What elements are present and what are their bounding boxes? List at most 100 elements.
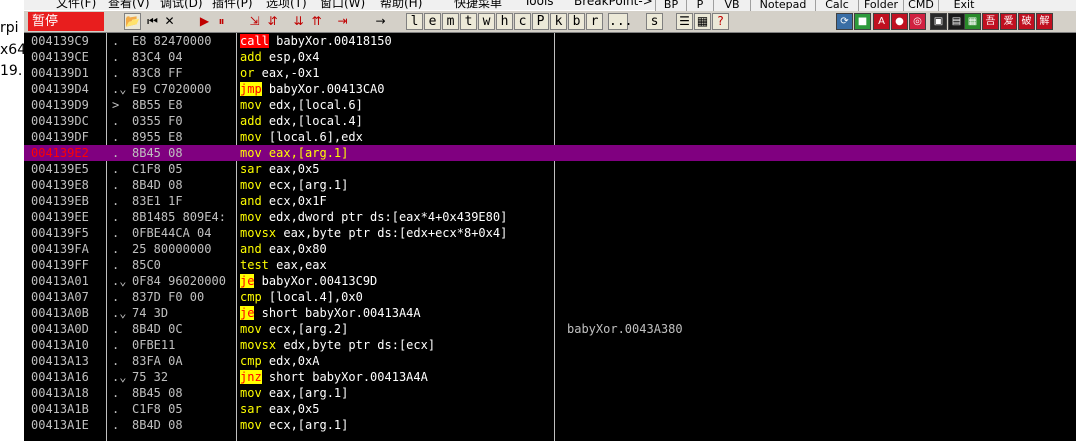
disassembly-row[interactable]: 004139EE. 8B1485 809E4: mov edx,dword ptr … [24, 209, 1076, 225]
disassembly-row[interactable]: 004139E5. C1F8 05 sar eax,0x5 [24, 161, 1076, 177]
window-threads-button[interactable]: t [460, 13, 477, 30]
disassembly-row[interactable]: 004139EB. 83E1 1F and ecx,0x1F [24, 193, 1076, 209]
disassembly-row[interactable]: 00413A0B .⌄ 74 3D je short babyXor.00413A4A [24, 305, 1076, 321]
row-instruction: mov ecx,[arg.2] [240, 321, 554, 337]
row-hex-bytes: 85C0 [132, 258, 161, 272]
window-log-button[interactable]: l [406, 13, 423, 30]
window-memory-button[interactable]: m [442, 13, 459, 30]
row-instruction: movsx eax,byte ptr ds:[edx+ecx*8+0x4] [240, 225, 554, 241]
plugin-cmd[interactable]: CMD [903, 0, 938, 11]
plugin-notepad[interactable]: Notepad [750, 0, 815, 11]
disassembly-row[interactable]: 004139D9 >8B55 E8 mov edx,[local.6] [24, 97, 1076, 113]
step-into-icon[interactable]: ⇲ [246, 13, 263, 30]
open-folder-icon[interactable]: 📂 [124, 13, 141, 30]
menu-breakpoint[interactable]: BreakPoint-> [574, 0, 653, 8]
execute-till-return-icon[interactable]: ⇥ [334, 13, 351, 30]
plugin-console-icon[interactable]: ▣ [930, 13, 947, 30]
plugin-grid-icon[interactable]: ▦ [964, 13, 981, 30]
plugin-refresh-icon[interactable]: ⟳ [836, 13, 853, 30]
row-jump-marker: . [112, 322, 120, 336]
disassembly-row[interactable]: 00413A13. 83FA 0A cmp edx,0xA [24, 353, 1076, 369]
window-patches-button[interactable]: P [532, 13, 549, 30]
row-address: 00413A18 [31, 386, 89, 400]
pause-icon[interactable]: ⏸ [213, 13, 230, 30]
trace-into-icon[interactable]: ⇊ [290, 13, 307, 30]
disassembly-row[interactable]: 00413A1E. 8B4D 08 mov ecx,[arg.1] [24, 417, 1076, 433]
row-instruction: cmp [local.4],0x0 [240, 289, 554, 305]
disassembly-row[interactable]: 004139F5. 0FBE44CA 04 movsx eax,byte ptr d… [24, 225, 1076, 241]
row-mnemonic: and [240, 242, 262, 256]
plugin-a-icon[interactable]: A [873, 13, 890, 30]
menu-window[interactable]: 窗口(W) [320, 0, 365, 10]
disassembly-row[interactable]: 004139D4 .⌄ E9 C7020000 jmp babyXor.00413CA… [24, 81, 1076, 97]
plugin-window-icon[interactable]: ▤ [948, 13, 965, 30]
appearance-icon[interactable]: ▦ [694, 13, 711, 30]
rewind-icon[interactable]: ⏮ [144, 13, 161, 30]
menu-plugins[interactable]: 插件(P) [212, 0, 253, 10]
row-operands: [local.4],0x0 [261, 290, 363, 304]
row-mnemonic: cmp [240, 290, 262, 304]
close-icon[interactable]: ✕ [161, 13, 178, 30]
menu-view[interactable]: 查看(V) [108, 0, 150, 10]
cn-button-1[interactable]: 吾 [982, 13, 999, 30]
plugin-vb[interactable]: VB [713, 0, 750, 11]
help-icon[interactable]: ? [712, 13, 729, 30]
disassembly-row[interactable]: 004139DC. 0355 F0 add edx,[local.4] [24, 113, 1076, 129]
menu-debug[interactable]: 调试(D) [160, 0, 203, 10]
disassembly-row[interactable]: 00413A18. 8B45 08 mov eax,[arg.1] [24, 385, 1076, 401]
menu-tools[interactable]: Tools [524, 0, 554, 8]
disassembly-pane[interactable]: 004139C9. E8 82470000 call babyXor.0041815… [24, 33, 1076, 441]
disassembly-row[interactable]: 00413A07. 837D F0 00 cmp [local.4],0x0 [24, 289, 1076, 305]
disassembly-row[interactable]: 004139E8. 8B4D 08 mov ecx,[arg.1] [24, 177, 1076, 193]
row-instruction: add esp,0x4 [240, 49, 554, 65]
row-jump-marker: . [112, 354, 120, 368]
row-address: 004139D9 [31, 98, 89, 112]
disassembly-row[interactable]: 00413A10. 0FBE11 movsx edx,byte ptr ds:[ec… [24, 337, 1076, 353]
run-icon[interactable]: ▶ [196, 13, 213, 30]
plugin-calc[interactable]: Calc [815, 0, 858, 11]
cn-button-2[interactable]: 爱 [1000, 13, 1017, 30]
disassembly-row[interactable]: 004139E2. 8B45 08 mov eax,[arg.1] [24, 145, 1076, 161]
row-operands: ecx,[arg.2] [261, 322, 349, 336]
menu-options[interactable]: 选项(T) [266, 0, 307, 10]
plugin-record-icon[interactable]: ● [891, 13, 908, 30]
plugin-target-icon[interactable]: ◎ [909, 13, 926, 30]
menu-help[interactable]: 帮助(H) [380, 0, 422, 10]
disassembly-row[interactable]: 00413A0D. 8B4D 0C mov ecx,[arg.2] babyXor.0… [24, 321, 1076, 337]
plugin-exit[interactable]: Exit [938, 0, 989, 11]
disassembly-row[interactable]: 004139FF. 85C0 test eax,eax [24, 257, 1076, 273]
window-windows-button[interactable]: w [478, 13, 495, 30]
window-modules-button[interactable]: e [424, 13, 441, 30]
plugin-green-icon[interactable]: ■ [854, 13, 871, 30]
plugin-bp[interactable]: BP [655, 0, 686, 11]
trace-over-icon[interactable]: ⇈ [308, 13, 325, 30]
goto-icon[interactable]: → [372, 13, 389, 30]
cn-button-3[interactable]: 破 [1018, 13, 1035, 30]
window-breakpoints-button[interactable]: b [568, 13, 585, 30]
disassembly-row[interactable]: 004139D1. 83C8 FF or eax,-0x1 [24, 65, 1076, 81]
window-callstack-button[interactable]: k [550, 13, 567, 30]
row-mnemonic: movsx [240, 338, 277, 352]
options-icon[interactable]: ☰ [676, 13, 693, 30]
menu-file[interactable]: 文件(F) [56, 0, 96, 10]
window-references-button[interactable]: r [586, 13, 603, 30]
window-cpu-button[interactable]: c [514, 13, 531, 30]
step-over-icon[interactable]: ⇵ [264, 13, 281, 30]
disassembly-row[interactable]: 00413A1B. C1F8 05 sar eax,0x5 [24, 401, 1076, 417]
plugin-folder[interactable]: Folder [858, 0, 903, 11]
disassembly-row[interactable]: 00413A16 .⌄ 75 32 jnz short babyXor.00413A4… [24, 369, 1076, 385]
row-operands: eax,eax [268, 258, 327, 272]
disassembly-row[interactable]: 004139DF. 8955 E8 mov [local.6],edx [24, 129, 1076, 145]
disassembly-row[interactable]: 004139FA. 25 80000000 and eax,0x80 [24, 241, 1076, 257]
disassembly-row[interactable]: 004139C9. E8 82470000 call babyXor.0041815… [24, 33, 1076, 49]
menu-quick[interactable]: 快捷菜单 [454, 0, 502, 10]
disassembly-row[interactable]: 00413A01 .⌄ 0F84 96020000 je babyXor.00413C… [24, 273, 1076, 289]
cn-button-4[interactable]: 解 [1036, 13, 1053, 30]
row-hex-bytes: 8B45 08 [132, 386, 183, 400]
plugin-p[interactable]: P [686, 0, 713, 11]
row-instruction: cmp edx,0xA [240, 353, 554, 369]
window-runtrace-button[interactable]: ... [608, 13, 632, 30]
disassembly-row[interactable]: 004139CE. 83C4 04 add esp,0x4 [24, 49, 1076, 65]
window-handles-button[interactable]: h [496, 13, 513, 30]
window-source-button[interactable]: s [646, 13, 663, 30]
